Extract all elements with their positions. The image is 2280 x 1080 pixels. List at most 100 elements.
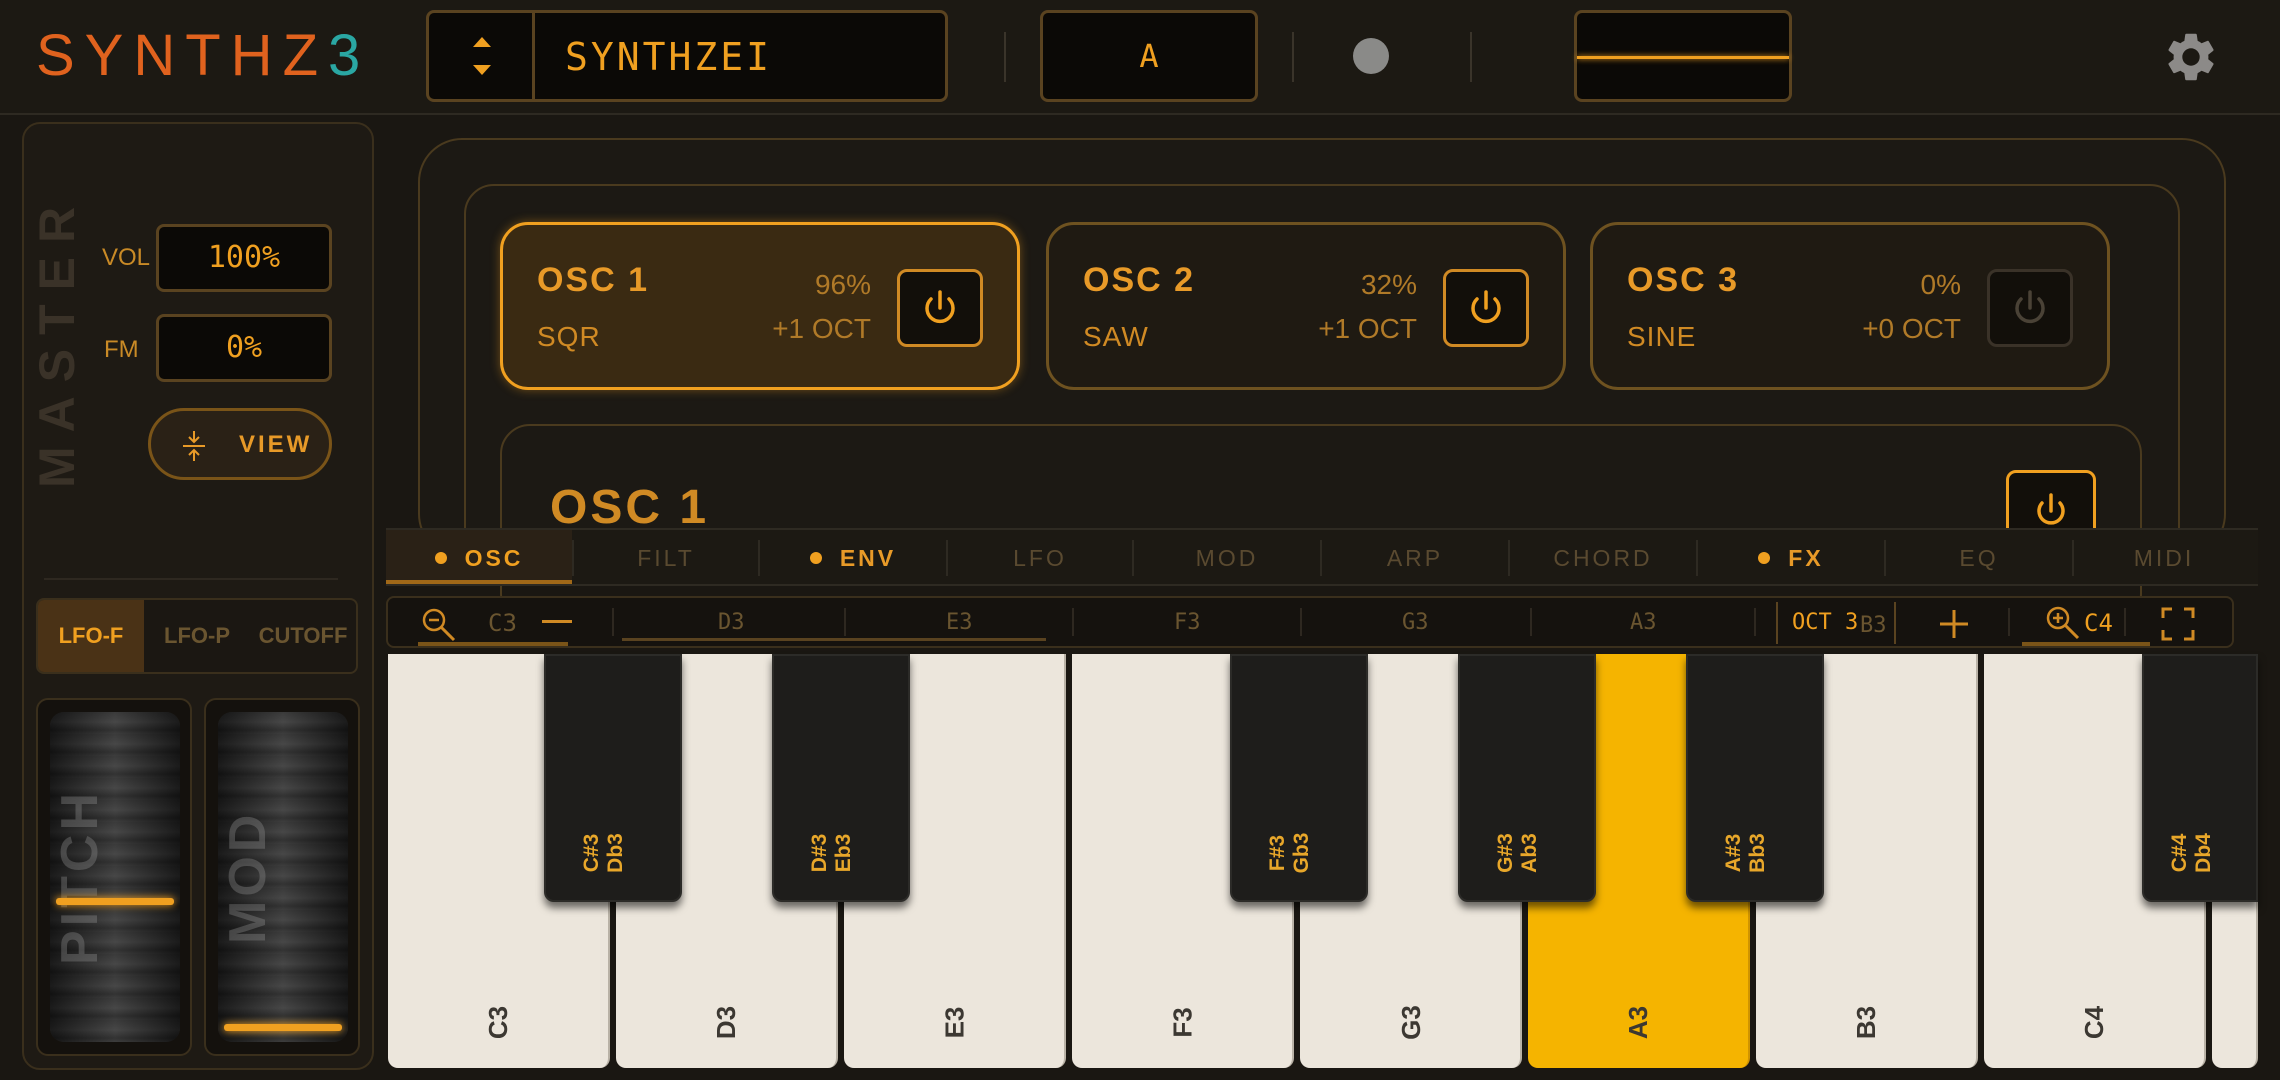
key-display[interactable]: A — [1040, 10, 1258, 102]
power-icon — [2015, 290, 2045, 324]
divider — [1292, 32, 1294, 82]
keyboard-range-strip[interactable]: C3 D3 E3 F3 G3 A3 OCT 3 B3 C4 — [386, 596, 2234, 648]
osc-octave: +1 OCT — [1318, 313, 1417, 344]
lfo-target-tabs: LFO-F LFO-P CUTOFF — [36, 598, 358, 674]
settings-gear-icon[interactable] — [2162, 28, 2220, 86]
key-label: B3 — [1851, 1005, 1882, 1040]
black-key[interactable]: C#4 Db4 — [2142, 654, 2258, 902]
strip-note: G3 — [1402, 610, 1429, 635]
osc-card-1[interactable]: OSC 1 SQR 96% +1 OCT — [500, 222, 1020, 390]
key-label: F#3 — [1266, 834, 1289, 872]
key-label: Bb3 — [1746, 833, 1769, 873]
divider — [1004, 32, 1006, 82]
tab-lfo[interactable]: LFO — [948, 530, 1132, 584]
black-key[interactable]: D#3 Eb3 — [772, 654, 910, 902]
divider — [1754, 608, 1756, 636]
view-button[interactable]: VIEW — [148, 408, 332, 480]
divider — [2124, 608, 2126, 636]
vol-value[interactable]: 100% — [156, 224, 332, 292]
osc-level: 96% — [814, 269, 871, 300]
zoom-in-icon[interactable] — [2044, 604, 2086, 640]
preset-name: SYNTHZEI — [565, 35, 773, 79]
strip-note: B3 — [1860, 613, 1887, 638]
tab-arp[interactable]: ARP — [1322, 530, 1508, 584]
key-label: Db4 — [2192, 833, 2215, 873]
record-button[interactable] — [1353, 38, 1389, 74]
osc-1-power-button[interactable] — [897, 269, 983, 347]
osc-detail-panel — [500, 424, 2142, 624]
zoom-out-icon[interactable] — [420, 606, 462, 642]
key-label: C#3 — [580, 833, 603, 873]
divider — [1300, 608, 1302, 636]
osc-card-2[interactable]: OSC 2 SAW 32% +1 OCT — [1046, 222, 1566, 390]
preset-up-icon[interactable] — [473, 37, 491, 47]
divider — [2008, 608, 2010, 636]
mod-wheel-box: MOD — [204, 698, 360, 1056]
key-label: Db3 — [604, 833, 627, 873]
vol-label: VOL — [102, 244, 151, 271]
tab-mod[interactable]: MOD — [1134, 530, 1320, 584]
divider — [844, 608, 846, 636]
black-key[interactable]: A#3 Bb3 — [1686, 654, 1824, 902]
view-label: VIEW — [239, 431, 313, 458]
mod-label: MOD — [219, 810, 277, 944]
osc-level: 32% — [1360, 269, 1417, 300]
strip-note: A3 — [1630, 610, 1657, 635]
key-label: E3 — [939, 1006, 970, 1039]
osc-3-power-button[interactable] — [1987, 269, 2073, 347]
key-label: Gb3 — [1290, 832, 1313, 874]
scope-display — [1574, 10, 1792, 102]
key-label: G#3 — [1494, 833, 1517, 873]
visible-range-bar[interactable] — [622, 638, 1046, 641]
divider — [1470, 32, 1472, 82]
piano-keyboard: C3 D3 E3 F3 G3 A3 B3 C4 C#3 Db3 D#3 Eb3 F#… — [388, 654, 2258, 1074]
range-underline — [418, 642, 568, 646]
divider — [44, 578, 338, 580]
pitch-wheel-box: PITCH — [36, 698, 192, 1056]
osc-wave: SQR — [537, 321, 601, 352]
key-label: G3 — [1395, 1005, 1426, 1040]
octave-label: OCT 3 — [1792, 610, 1859, 635]
black-key[interactable]: C#3 Db3 — [544, 654, 682, 902]
fm-label: FM — [104, 336, 139, 363]
key-label: Eb3 — [832, 833, 855, 873]
osc-title: OSC 2 — [1083, 261, 1196, 299]
osc-2-power-button[interactable] — [1443, 269, 1529, 347]
tab-chord[interactable]: CHORD — [1510, 530, 1696, 584]
strip-note: E3 — [946, 610, 973, 635]
tab-fx[interactable]: FX — [1698, 530, 1884, 584]
section-tabs: OSC FILT ENV LFO MOD ARP CHORD FX EQ MID… — [386, 528, 2258, 586]
key-label: A#3 — [1722, 833, 1745, 873]
minus-icon[interactable] — [542, 620, 572, 623]
range-start-note: C3 — [488, 609, 517, 637]
preset-down-icon[interactable] — [473, 65, 491, 75]
divider — [612, 608, 614, 636]
tab-filt[interactable]: FILT — [574, 530, 758, 584]
preset-selector[interactable]: SYNTHZEI — [426, 10, 948, 102]
tab-osc[interactable]: OSC — [386, 530, 572, 584]
range-underline — [2022, 642, 2150, 646]
plus-icon[interactable] — [1936, 606, 1972, 642]
pitch-indicator — [56, 898, 174, 905]
tab-env[interactable]: ENV — [760, 530, 946, 584]
octave-indicator: OCT 3 B3 — [1776, 602, 1896, 644]
osc-title: OSC 3 — [1627, 261, 1740, 299]
strip-note: F3 — [1174, 610, 1201, 635]
tab-midi[interactable]: MIDI — [2074, 530, 2254, 584]
osc-octave: +1 OCT — [772, 313, 871, 344]
tab-lfo-f[interactable]: LFO-F — [38, 600, 144, 672]
osc-card-3[interactable]: OSC 3 SINE 0% +0 OCT — [1590, 222, 2110, 390]
tab-lfo-p[interactable]: LFO-P — [144, 600, 250, 672]
black-key[interactable]: G#3 Ab3 — [1458, 654, 1596, 902]
active-dot-icon — [434, 552, 447, 564]
black-key[interactable]: F#3 Gb3 — [1230, 654, 1368, 902]
preset-arrows[interactable] — [429, 13, 535, 99]
tab-eq[interactable]: EQ — [1886, 530, 2072, 584]
fm-value[interactable]: 0% — [156, 314, 332, 382]
mod-wheel[interactable]: MOD — [218, 712, 348, 1042]
fullscreen-icon[interactable] — [2160, 606, 2196, 642]
key-label: C4 — [2079, 1005, 2110, 1040]
tab-cutoff[interactable]: CUTOFF — [250, 600, 356, 672]
active-dot-icon — [809, 552, 822, 564]
pitch-wheel[interactable]: PITCH — [50, 712, 180, 1042]
